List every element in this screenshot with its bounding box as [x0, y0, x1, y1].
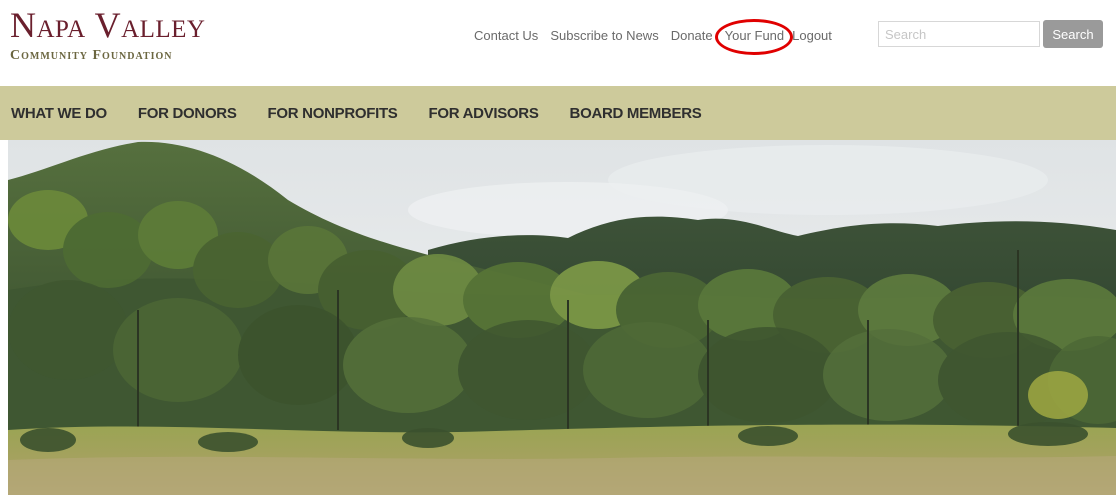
nav-item-for-nonprofits[interactable]: FOR NONPROFITS — [268, 105, 398, 122]
site-logo[interactable]: Napa Valley Community Foundation — [10, 6, 205, 64]
utility-link-your-fund[interactable]: Your Fund — [714, 18, 793, 55]
nav-item-what-we-do[interactable]: WHAT WE DO — [11, 105, 107, 122]
nav-item-for-advisors[interactable]: FOR ADVISORS — [429, 105, 539, 122]
search-form: Search — [878, 20, 1103, 48]
utility-link-donate[interactable]: Donate — [671, 28, 713, 43]
main-nav: WHAT WE DO FOR DONORS FOR NONPROFITS FOR… — [0, 86, 1116, 140]
nav-item-board-members[interactable]: BOARD MEMBERS — [570, 105, 702, 122]
logo-title: Napa Valley — [10, 5, 206, 45]
utility-nav: Contact Us Subscribe to News Donate Your… — [468, 18, 838, 55]
logo-subtitle: Community Foundation — [10, 48, 173, 63]
utility-link-your-fund-label: Your Fund — [724, 27, 785, 43]
utility-link-logout[interactable]: Logout — [792, 28, 832, 43]
site-header: Napa Valley Community Foundation Contact… — [0, 0, 1116, 86]
search-button[interactable]: Search — [1043, 20, 1103, 48]
hero-banner — [8, 140, 1116, 495]
search-input[interactable] — [878, 21, 1040, 47]
hero-landscape-image — [8, 140, 1116, 495]
utility-link-contact-us[interactable]: Contact Us — [474, 28, 538, 43]
utility-link-subscribe-to-news[interactable]: Subscribe to News — [550, 28, 658, 43]
nav-item-for-donors[interactable]: FOR DONORS — [138, 105, 237, 122]
